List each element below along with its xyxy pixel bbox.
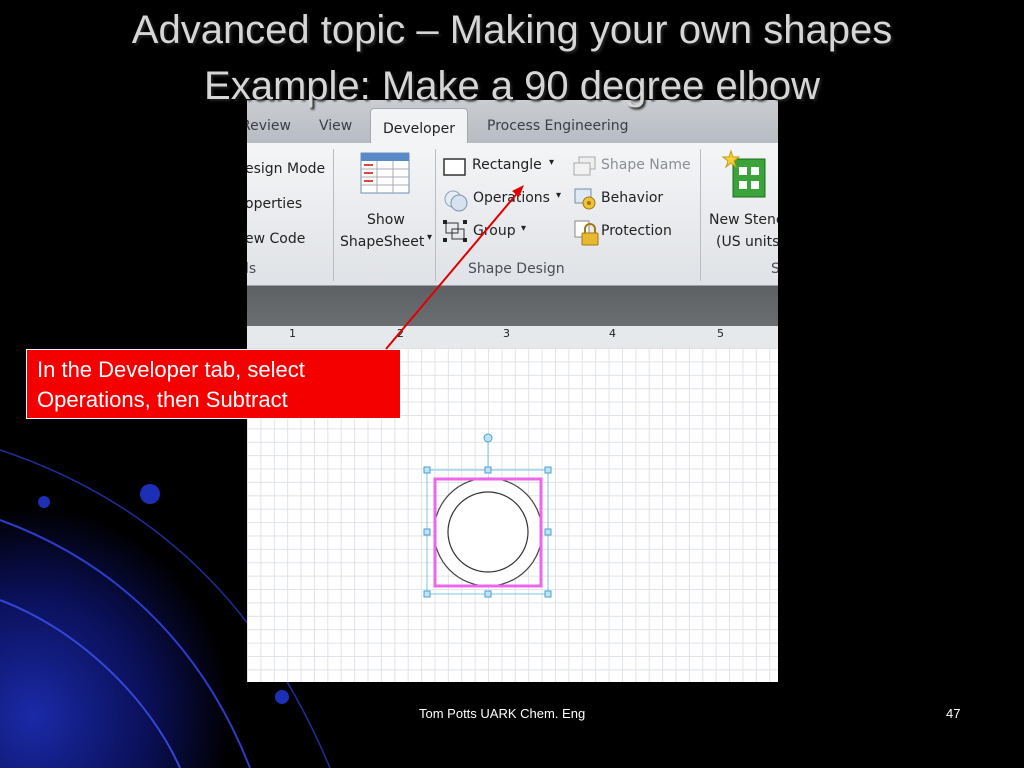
show-label[interactable]: Show <box>367 212 405 228</box>
design-mode-button[interactable]: esign Mode <box>247 161 325 177</box>
shape-design-group-label: Shape Design <box>468 261 565 277</box>
resize-handle <box>544 590 552 598</box>
tab-review[interactable]: Review <box>247 118 291 134</box>
resize-handle <box>423 466 431 474</box>
properties-button[interactable]: operties <box>247 196 302 212</box>
page-number: 47 <box>946 706 961 721</box>
shapesheet-icon <box>360 152 410 194</box>
group-separator <box>435 149 436 281</box>
inner-circle <box>447 491 529 573</box>
show-shapesheet-button[interactable]: ShapeSheet <box>340 234 424 250</box>
group-icon <box>443 220 467 242</box>
view-code-button[interactable]: ew Code <box>247 231 305 247</box>
resize-handle <box>544 466 552 474</box>
shape-name-button[interactable]: Shape Name <box>601 157 691 173</box>
chevron-down-icon[interactable]: ▾ <box>549 157 554 168</box>
tab-view[interactable]: View <box>319 118 352 134</box>
chevron-down-icon[interactable]: ▾ <box>427 232 432 243</box>
shape-name-icon <box>573 156 596 176</box>
operations-button[interactable]: Operations <box>473 190 550 206</box>
operations-icon <box>444 190 468 212</box>
group-separator <box>333 149 334 281</box>
tab-developer[interactable]: Developer <box>370 108 469 145</box>
behavior-icon <box>574 188 596 210</box>
footer-author: Tom Potts UARK Chem. Eng <box>419 706 586 721</box>
rotation-handle <box>483 433 493 443</box>
resize-handle <box>423 528 431 536</box>
ruler-label: 1 <box>289 327 296 340</box>
new-stencil-icon <box>721 149 766 198</box>
instruction-callout: In the Developer tab, select Operations,… <box>26 349 401 419</box>
toolbar-strip <box>247 286 778 326</box>
chevron-down-icon[interactable]: ▾ <box>556 190 561 201</box>
chevron-down-icon[interactable]: ▾ <box>521 223 526 234</box>
code-group-label: ls <box>247 261 257 277</box>
group-button[interactable]: Group <box>473 223 516 239</box>
horizontal-ruler: 1 2 3 4 5 <box>247 326 778 349</box>
ruler-label: 4 <box>609 327 616 340</box>
slide-title-line-1: Advanced topic – Making your own shapes <box>131 8 893 52</box>
slide-title-line-2: Example: Make a 90 degree elbow <box>204 64 820 108</box>
ruler-label: 2 <box>397 327 404 340</box>
new-stencil-button[interactable]: New Stenc <box>709 212 778 228</box>
tab-process-engineering[interactable]: Process Engineering <box>487 118 629 134</box>
stencil-group-label: S <box>771 261 778 277</box>
group-separator <box>700 149 701 281</box>
behavior-button[interactable]: Behavior <box>601 190 663 206</box>
protection-button[interactable]: Protection <box>601 223 672 239</box>
rectangle-icon <box>443 158 466 176</box>
resize-handle <box>423 590 431 598</box>
rectangle-button[interactable]: Rectangle <box>472 157 542 173</box>
protection-icon <box>574 220 599 246</box>
resize-handle <box>484 466 492 474</box>
resize-handle <box>544 528 552 536</box>
new-stencil-units: (US units <box>716 234 778 250</box>
ruler-label: 5 <box>717 327 724 340</box>
ruler-label: 3 <box>503 327 510 340</box>
resize-handle <box>484 590 492 598</box>
ribbon-panel: esign Mode operties ew Code ls Show Shap… <box>247 143 778 286</box>
